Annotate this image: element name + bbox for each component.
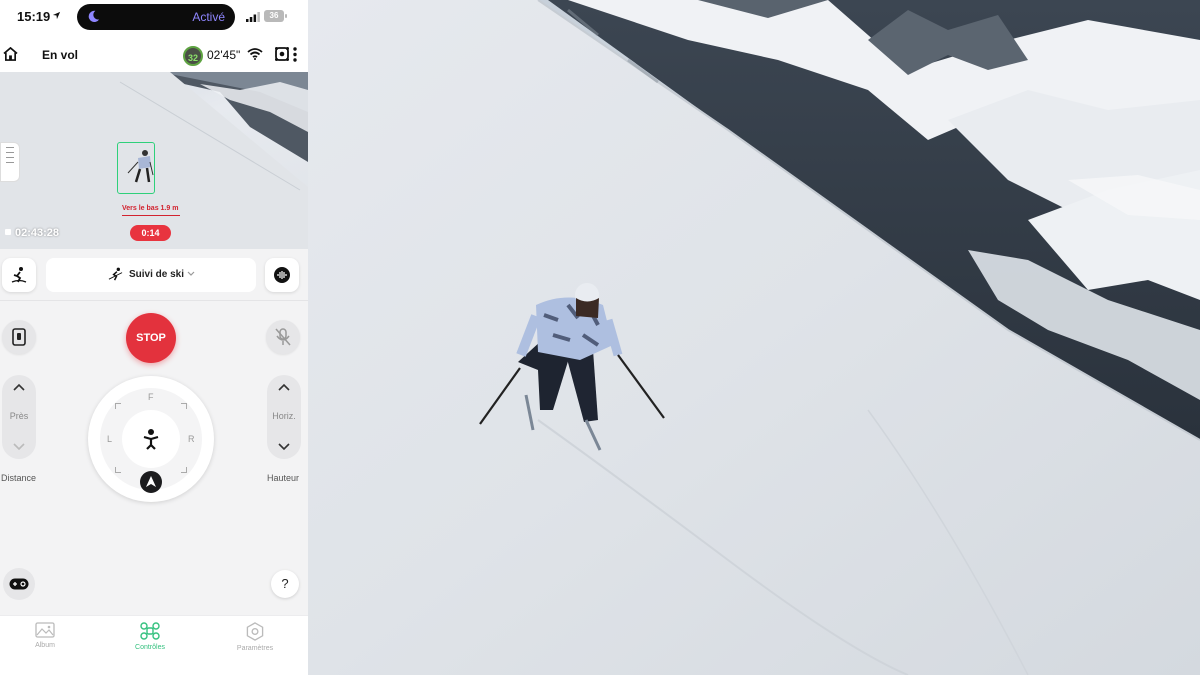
remaining-flight-time: 02'45" [207,48,241,62]
mic-off-icon [275,328,291,346]
status-time: 15:19 [17,9,51,24]
height-caption: Hauteur [267,473,300,483]
tracking-mode-label: Suivi de ski [129,269,185,280]
camera-preview-thumbnail[interactable]: Vers le bas 1.9 m 02:43:28 0:14 [0,72,308,249]
gamepad-icon [9,578,29,590]
follow-timer-pill: 0:14 [130,225,171,241]
tracking-mode-dropdown[interactable]: Suivi de ski [46,258,256,292]
settings-hexagon-icon [246,622,264,641]
phone-hand-icon [12,328,26,346]
voice-wave-icon [274,267,290,283]
chevron-down-icon[interactable] [278,443,290,451]
battery-indicator: 36 [264,10,287,22]
tab-controls[interactable]: Contrôles [110,622,190,651]
subject-select-button[interactable] [2,258,36,292]
chevron-up-icon[interactable] [278,383,290,391]
dpad-center-subject[interactable] [122,410,180,468]
height-stepper[interactable]: Horiz. [267,375,301,459]
moon-icon [88,10,100,23]
flight-top-bar: En vol 32 02'45" [0,34,308,72]
cellular-signal-icon [246,12,260,22]
distance-stepper-value: Près [9,411,29,421]
live-camera-view[interactable] [308,0,1200,675]
location-arrow-icon [52,11,61,20]
bottom-tab-bar: Album Contrôles Paramètres [0,615,308,675]
home-icon[interactable] [3,47,18,61]
flight-status: En vol [42,48,79,62]
tab-album[interactable]: Album [5,622,85,649]
album-icon [35,622,55,638]
tracked-subject-icon [143,429,159,450]
satellite-count-badge: 32 [183,46,203,66]
chevron-down-icon[interactable] [13,443,25,451]
drone-icon [140,622,160,640]
more-menu-icon[interactable] [293,47,297,62]
mode-toolbar: Suivi de ski [0,249,308,301]
dpad-corner-marker [181,403,187,409]
subject-tracking-box[interactable] [117,142,155,194]
gamepad-button[interactable] [3,568,35,600]
dpad-corner-marker [181,467,187,473]
height-stepper-value: Horiz. [272,411,296,421]
dpad-corner-marker [115,403,121,409]
distance-stepper[interactable]: Près [2,375,36,459]
voice-command-button[interactable] [265,258,299,292]
wifi-icon [247,48,263,60]
focus-mode-label: Activé [192,10,225,24]
stop-button[interactable]: STOP [126,313,176,363]
direction-pad[interactable]: F L R [88,376,214,502]
chevron-down-icon [187,271,195,276]
distance-indicator-line [122,215,180,216]
chevron-up-icon[interactable] [13,383,25,391]
distance-caption: Distance [1,473,37,483]
help-button[interactable]: ? [271,570,299,598]
focus-mode-pill[interactable]: Activé [77,4,235,30]
drone-status-icon[interactable] [275,47,289,61]
status-bar: 15:19 Activé 36 [0,0,308,34]
drone-app-panel: 15:19 Activé 36 En vol 32 02'45" Vers le… [0,0,308,675]
dpad-corner-marker [115,467,121,473]
recording-time: 02:43:28 [5,227,59,239]
camera-feed-scene [308,0,1200,675]
tab-settings[interactable]: Paramètres [215,622,295,652]
mic-mute-button[interactable] [266,320,300,354]
dpad-front[interactable]: F [148,392,154,402]
dpad-right[interactable]: R [188,434,195,444]
ski-mode-icon [108,267,123,281]
gesture-control-button[interactable] [2,320,36,354]
preview-collapse-handle[interactable] [0,142,20,182]
distance-indicator-label: Vers le bas 1.9 m [122,205,179,212]
lock-icon [5,229,11,235]
skier-person-icon [11,267,27,283]
drone-position-marker [140,471,162,493]
navigation-arrow-icon [146,476,156,487]
dpad-left[interactable]: L [107,434,112,444]
